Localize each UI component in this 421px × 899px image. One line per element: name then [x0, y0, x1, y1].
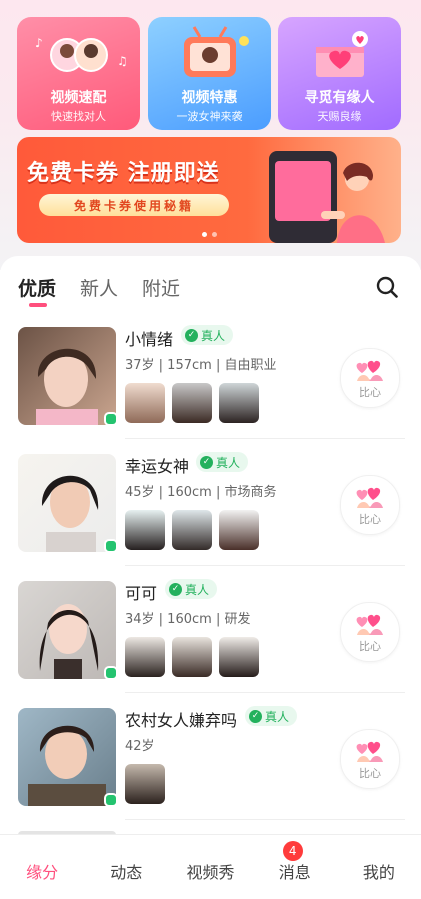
hearts-icon: [356, 487, 383, 508]
card-subtitle: 天赐良缘: [317, 110, 362, 123]
page-dot: [201, 232, 207, 237]
check-icon: ✓: [249, 709, 262, 723]
photo-thumbnails: [125, 510, 259, 550]
tab-nearby[interactable]: 附近: [142, 274, 180, 301]
user-name: 幸运女神: [125, 457, 190, 476]
like-label: 比心: [359, 513, 381, 526]
user-name: 小情绪: [125, 330, 174, 349]
user-info: 45岁 | 160cm | 市场商务: [125, 485, 277, 500]
like-button[interactable]: 比心: [340, 475, 400, 535]
row-divider: [125, 819, 405, 820]
online-indicator: [104, 793, 118, 807]
card-title: 寻觅有缘人: [304, 90, 375, 106]
bottom-nav: 缘分 动态 视频秀 消息 4 我的: [0, 834, 421, 899]
photo-thumbnail[interactable]: [219, 510, 259, 550]
nav-messages-label: 消息: [278, 863, 311, 882]
search-icon[interactable]: [376, 276, 398, 298]
promo-banner[interactable]: 免费卡券 注册即送 免费卡券使用秘籍: [17, 137, 401, 243]
check-icon: ✓: [200, 455, 213, 469]
photo-thumbnail[interactable]: [172, 383, 212, 423]
tv-icon: [184, 26, 249, 77]
like-button[interactable]: 比心: [340, 729, 400, 789]
badge-label: 真人: [201, 328, 226, 343]
video-match-card[interactable]: ♪ ♫ 视频速配 快速找对人: [17, 17, 140, 130]
photo-thumbnails: [125, 764, 165, 804]
banner-headline: 免费卡券 注册即送: [27, 161, 220, 186]
photo-thumbnail[interactable]: [125, 510, 165, 550]
verified-badge: ✓ 真人: [165, 579, 218, 599]
banner-guide-pill: 免费卡券使用秘籍: [39, 194, 229, 216]
tab-new[interactable]: 新人: [80, 274, 118, 301]
online-indicator: [104, 666, 118, 680]
user-row[interactable]: 幸运女神 ✓ 真人 45岁 | 160cm | 市场商务 比心: [0, 439, 421, 566]
nav-messages[interactable]: 消息 4: [253, 835, 337, 899]
avatar[interactable]: [18, 454, 116, 552]
user-name: 可可: [125, 584, 158, 603]
list-tabs: 优质 新人 附近: [18, 274, 180, 301]
banner-pagination: [17, 232, 401, 237]
verified-badge: ✓ 真人: [196, 452, 249, 472]
avatar[interactable]: [18, 327, 116, 425]
user-row[interactable]: 农村女人嫌弃吗 ✓ 真人 42岁 比心: [0, 693, 421, 820]
badge-label: 真人: [265, 709, 290, 724]
like-label: 比心: [359, 767, 381, 780]
video-discount-card[interactable]: 视频特惠 一波女神来袭: [148, 17, 271, 130]
photo-thumbnail[interactable]: [125, 637, 165, 677]
hearts-icon: [356, 614, 383, 635]
like-label: 比心: [359, 386, 381, 399]
tab-quality[interactable]: 优质: [18, 274, 56, 301]
user-row[interactable]: 可可 ✓ 真人 34岁 | 160cm | 研发 比心: [0, 566, 421, 693]
photo-thumbnail[interactable]: [219, 637, 259, 677]
verified-badge: ✓ 真人: [181, 325, 234, 345]
photo-thumbnail[interactable]: [125, 764, 165, 804]
nav-fate[interactable]: 缘分: [0, 835, 84, 899]
user-info: 34岁 | 160cm | 研发: [125, 612, 251, 627]
check-icon: ✓: [185, 328, 198, 342]
like-button[interactable]: 比心: [340, 348, 400, 408]
photo-thumbnails: [125, 383, 259, 423]
svg-text:♪: ♪: [35, 36, 43, 50]
photo-thumbnail[interactable]: [219, 383, 259, 423]
svg-text:♫: ♫: [117, 54, 128, 68]
couple-avatars-icon: ♪ ♫: [35, 36, 128, 72]
location-heart-icon: [316, 31, 368, 77]
page-dot: [211, 232, 217, 237]
hearts-icon: [356, 741, 383, 762]
badge-label: 真人: [216, 455, 241, 470]
badge-label: 真人: [185, 582, 210, 597]
card-subtitle: 一波女神来袭: [176, 110, 243, 123]
online-indicator: [104, 412, 118, 426]
nav-video-show[interactable]: 视频秀: [168, 835, 252, 899]
unread-count-badge: 4: [282, 841, 303, 861]
nav-moments[interactable]: 动态: [84, 835, 168, 899]
recommend-list-panel: 优质 新人 附近 小情绪 ✓ 真人 37岁 | 157cm | 自由职业 比心 …: [0, 256, 421, 898]
hearts-icon: [356, 360, 383, 381]
find-fate-card[interactable]: 寻觅有缘人 天赐良缘: [278, 17, 401, 130]
card-title: 视频速配: [50, 90, 107, 106]
photo-thumbnail[interactable]: [125, 383, 165, 423]
like-label: 比心: [359, 640, 381, 653]
check-icon: ✓: [169, 582, 182, 596]
avatar[interactable]: [18, 581, 116, 679]
user-info: 42岁: [125, 739, 155, 754]
photo-thumbnails: [125, 637, 259, 677]
like-button[interactable]: 比心: [340, 602, 400, 662]
card-title: 视频特惠: [181, 90, 238, 106]
verified-badge: ✓ 真人: [245, 706, 298, 726]
person-illustration: [321, 162, 385, 243]
online-indicator: [104, 539, 118, 553]
user-row[interactable]: 小情绪 ✓ 真人 37岁 | 157cm | 自由职业 比心: [0, 312, 421, 439]
nav-me[interactable]: 我的: [337, 835, 421, 899]
photo-thumbnail[interactable]: [172, 637, 212, 677]
active-tab-indicator: [29, 303, 47, 307]
card-subtitle: 快速找对人: [51, 110, 106, 123]
photo-thumbnail[interactable]: [172, 510, 212, 550]
user-info: 37岁 | 157cm | 自由职业: [125, 358, 277, 373]
user-name: 农村女人嫌弃吗: [125, 711, 238, 730]
avatar[interactable]: [18, 708, 116, 806]
